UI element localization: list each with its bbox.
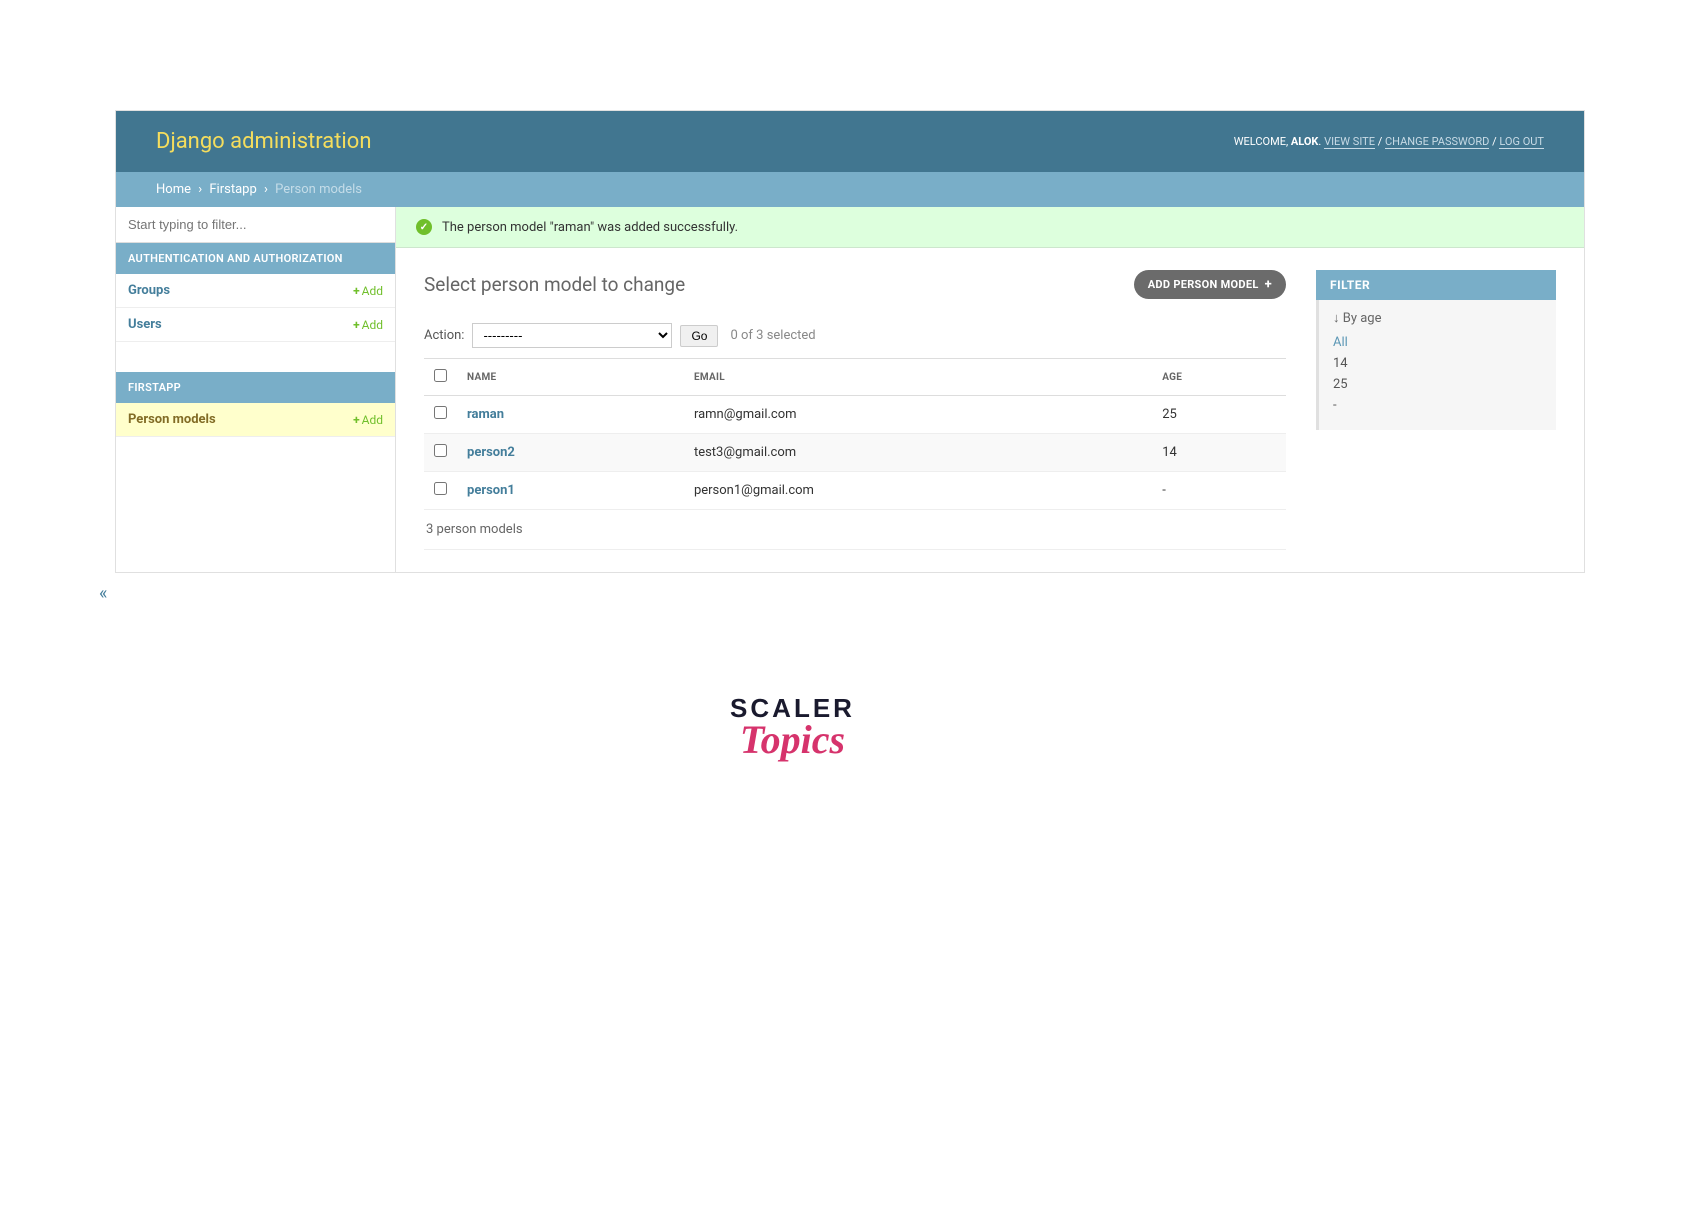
row-age: - [1152,472,1286,510]
go-button[interactable]: Go [680,325,718,347]
sidebar-add-groups[interactable]: +Add [353,284,383,298]
paginator: 3 person models [424,510,1286,550]
scaler-logo: SCALER Topics [0,693,1585,763]
table-row: raman ramn@gmail.com 25 [424,396,1286,434]
sidebar-filter-input[interactable] [116,207,395,242]
row-name-link[interactable]: person2 [467,445,515,460]
username: ALOK [1291,135,1319,148]
sidebar-add-users[interactable]: +Add [353,318,383,332]
filter-by-age-title: ↓ By age [1327,310,1548,326]
add-person-model-button[interactable]: ADD PERSON MODEL + [1134,270,1286,299]
content: The person model "raman" was added succe… [396,207,1584,572]
row-email: ramn@gmail.com [684,396,1152,434]
row-name-link[interactable]: person1 [467,483,515,498]
filter-option-25[interactable]: 25 [1333,377,1348,392]
results-table: NAME EMAIL AGE raman ramn@gmail.com [424,358,1286,510]
sidebar-section-firstapp[interactable]: FIRSTAPP [116,372,395,403]
filter-option-14[interactable]: 14 [1333,356,1348,371]
table-row: person2 test3@gmail.com 14 [424,434,1286,472]
sidebar-item-person-models[interactable]: Person models [128,412,216,427]
filter-option-dash[interactable]: - [1333,398,1337,413]
sidebar-item-users[interactable]: Users [128,317,162,332]
user-tools: WELCOME, ALOK. VIEW SITE / CHANGE PASSWO… [1234,135,1544,148]
breadcrumb-app[interactable]: Firstapp [209,182,256,197]
selection-counter: 0 of 3 selected [730,328,815,343]
action-select[interactable]: --------- [472,323,672,348]
column-email[interactable]: EMAIL [684,359,1152,396]
action-label: Action: [424,328,464,343]
filter-header: FILTER [1316,270,1556,300]
sidebar-item-groups[interactable]: Groups [128,283,170,298]
row-email: person1@gmail.com [684,472,1152,510]
success-message: The person model "raman" was added succe… [396,207,1584,248]
header: Django administration WELCOME, ALOK. VIE… [116,111,1584,172]
sidebar: AUTHENTICATION AND AUTHORIZATION Groups … [116,207,396,572]
change-password-link[interactable]: CHANGE PASSWORD [1385,135,1489,149]
sidebar-collapse-handle[interactable]: « [99,583,107,604]
breadcrumb-home[interactable]: Home [156,182,191,197]
filter-panel: FILTER ↓ By age All 14 25 - [1316,270,1556,550]
row-email: test3@gmail.com [684,434,1152,472]
table-row: person1 person1@gmail.com - [424,472,1286,510]
page-title: Select person model to change [424,273,685,296]
site-title[interactable]: Django administration [156,129,371,154]
plus-icon: + [1265,277,1272,292]
column-name[interactable]: NAME [457,359,684,396]
log-out-link[interactable]: LOG OUT [1499,135,1544,149]
row-checkbox[interactable] [434,444,447,457]
row-checkbox[interactable] [434,406,447,419]
select-all-checkbox[interactable] [434,369,447,382]
view-site-link[interactable]: VIEW SITE [1324,135,1375,149]
filter-option-all[interactable]: All [1333,335,1348,350]
sidebar-section-auth[interactable]: AUTHENTICATION AND AUTHORIZATION [116,243,395,274]
breadcrumb: Home › Firstapp › Person models [116,172,1584,207]
success-icon [416,219,432,235]
row-name-link[interactable]: raman [467,407,504,422]
sidebar-add-person-models[interactable]: +Add [353,413,383,427]
breadcrumb-current: Person models [275,182,362,197]
column-age[interactable]: AGE [1152,359,1286,396]
actions-bar: Action: --------- Go 0 of 3 selected [424,323,1286,348]
row-age: 25 [1152,396,1286,434]
row-age: 14 [1152,434,1286,472]
row-checkbox[interactable] [434,482,447,495]
